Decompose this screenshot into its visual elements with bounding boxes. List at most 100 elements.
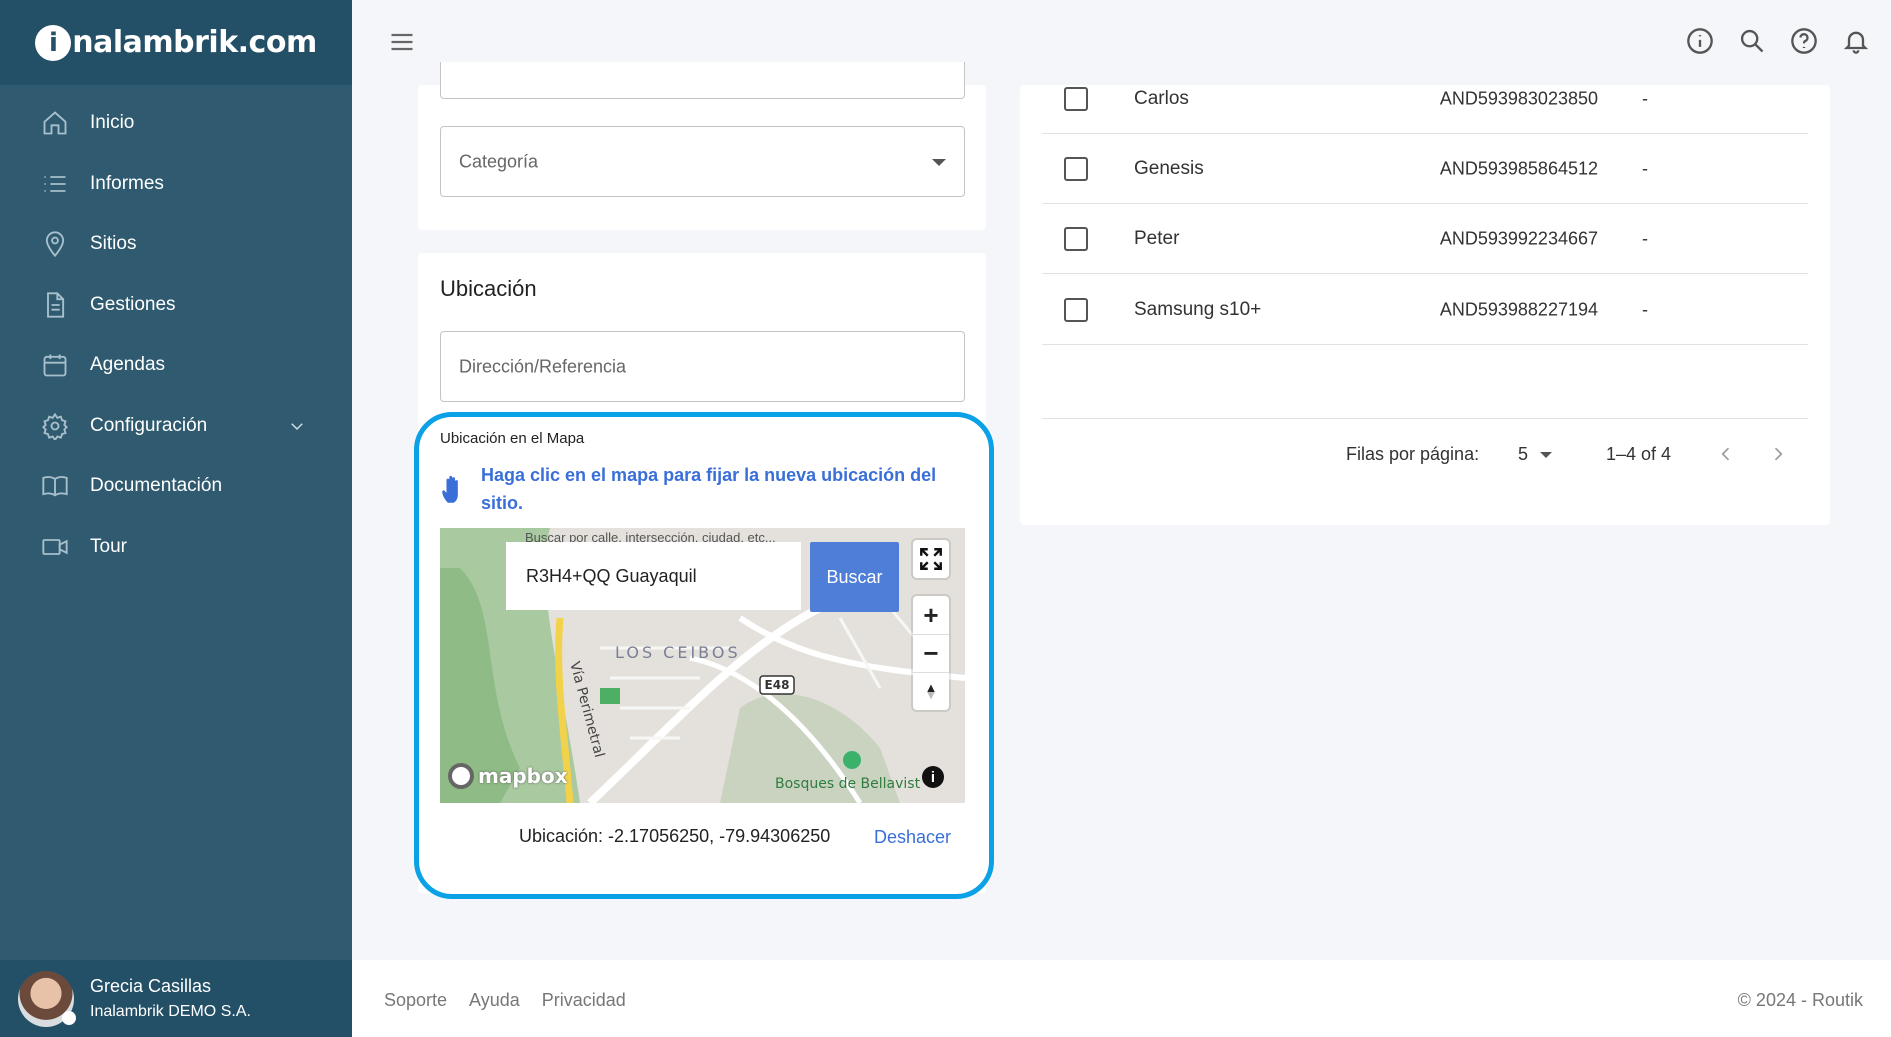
row-checkbox[interactable] [1064,227,1088,251]
sidebar-item-gestiones[interactable]: Gestiones [0,275,352,336]
info-icon[interactable] [1685,26,1715,56]
hamburger-menu-icon[interactable] [388,28,416,56]
sidebar-nav: Inicio Informes Sitios Gestiones Agendas… [0,93,352,577]
device-name: Carlos [1134,87,1189,109]
sidebar-item-label: Documentación [90,475,223,497]
device-id: AND593992234667 [1439,228,1598,248]
device-extra: - [1642,228,1648,248]
map-canvas[interactable]: E48 LOS CEIBOS Vía Perimetral Bosques de… [440,528,965,803]
fullscreen-control[interactable] [913,540,949,578]
sidebar-item-inicio[interactable]: Inicio [0,93,352,154]
prev-page-icon[interactable] [1716,444,1736,469]
device-name: Genesis [1134,157,1204,179]
sidebar-item-label: Tour [90,535,127,557]
attribution-info-icon[interactable]: i [922,766,944,788]
neighborhood-label: LOS CEIBOS [615,643,741,662]
compass-button[interactable] [913,672,949,710]
row-checkbox[interactable] [1064,87,1088,111]
sidebar-item-sitios[interactable]: Sitios [0,214,352,275]
map-search-button[interactable]: Buscar [810,542,899,612]
park-label: Bosques de Bellavist [775,776,921,792]
rows-per-page-select[interactable]: 5 [1518,444,1553,465]
fullscreen-icon[interactable] [913,540,949,578]
device-name: Peter [1134,227,1180,249]
zoom-out-button[interactable]: − [913,634,949,672]
chevron-down-icon[interactable] [288,417,306,435]
document-icon [40,290,70,320]
previous-field[interactable] [440,62,965,99]
mapbox-logo-mark [448,763,474,789]
search-icon[interactable] [1737,26,1767,56]
location-pin-icon [40,229,70,259]
map-search-input[interactable]: R3H4+QQ Guayaquil [506,542,801,610]
zoom-controls: + − [913,596,949,710]
sidebar-item-label: Informes [90,172,164,194]
footer-link-privacidad[interactable]: Privacidad [542,990,626,1011]
bell-icon[interactable] [1841,26,1871,56]
hand-pointer-icon [438,472,472,508]
sidebar-item-documentacion[interactable]: Documentación [0,456,352,517]
avatar[interactable] [18,970,76,1027]
route-badge: E48 [765,678,790,692]
logo-bar: i nalambrik.com [0,0,352,85]
list-icon [40,169,70,199]
row-checkbox[interactable] [1064,298,1088,322]
brand-logo[interactable]: i nalambrik.com [35,24,317,61]
mapbox-wordmark: mapbox [478,764,568,788]
calendar-icon [40,350,70,380]
device-id: AND593988227194 [1439,299,1598,319]
undo-button[interactable]: Deshacer [874,827,951,848]
zoom-in-button[interactable]: + [913,596,949,634]
sidebar-item-label: Gestiones [90,293,176,315]
user-profile[interactable]: Grecia Casillas Inalambrik DEMO S.A. [0,960,352,1037]
logo-text: nalambrik.com [72,25,317,60]
address-placeholder: Dirección/Referencia [459,356,627,376]
footer-links: Soporte Ayuda Privacidad [384,990,626,1011]
pagination-divider [1042,418,1808,419]
sidebar-item-label: Inicio [90,112,135,134]
table-row[interactable]: Carlos AND593983023850 - [1042,64,1808,134]
gear-icon [40,411,70,441]
rows-per-page-label: Filas por página: [1346,444,1480,464]
device-extra: - [1642,299,1648,319]
caret-down-icon [1540,451,1553,458]
copyright: © 2024 - Routik [1737,990,1863,1010]
sidebar-item-label: Sitios [90,233,137,255]
caret-down-icon [932,158,946,166]
next-page-icon[interactable] [1768,444,1788,469]
rows-per-page-value: 5 [1518,444,1529,464]
book-icon [40,471,70,501]
sidebar-item-tour[interactable]: Tour [0,517,352,578]
footer-link-soporte[interactable]: Soporte [384,990,447,1011]
page-range: 1–4 of 4 [1606,444,1672,464]
sidebar-item-label: Configuración [90,414,208,436]
help-icon[interactable] [1789,26,1819,56]
footer: Soporte Ayuda Privacidad © 2024 - Routik [352,960,1891,1037]
sidebar-item-informes[interactable]: Informes [0,154,352,215]
address-input[interactable]: Dirección/Referencia [440,331,965,402]
device-id: AND593983023850 [1439,88,1598,108]
sidebar-item-label: Agendas [90,354,166,376]
device-extra: - [1642,88,1648,108]
row-checkbox[interactable] [1064,157,1088,181]
video-camera-icon [40,532,70,562]
user-name: Grecia Casillas [90,976,212,996]
device-name: Samsung s10+ [1134,298,1262,320]
table-row[interactable]: Genesis AND593985864512 - [1042,134,1808,204]
map-click-hint: Haga clic en el mapa para fijar la nueva… [481,465,937,513]
category-select[interactable]: Categoría [440,126,965,197]
table-row[interactable]: Peter AND593992234667 - [1042,204,1808,274]
footer-link-ayuda[interactable]: Ayuda [469,990,520,1011]
map-section-label: Ubicación en el Mapa [440,430,585,447]
mapbox-logo[interactable]: mapbox [448,763,568,789]
sidebar-item-configuracion[interactable]: Configuración [0,396,352,457]
sidebar: i nalambrik.com Inicio Informes Sitios Ge… [0,0,352,1037]
sidebar-item-agendas[interactable]: Agendas [0,335,352,396]
device-id: AND593985864512 [1439,158,1598,178]
top-actions [1685,26,1871,56]
category-placeholder: Categoría [459,151,539,171]
logo-i-mark: i [35,24,72,61]
table-row[interactable]: Samsung s10+ AND593988227194 - [1042,275,1808,345]
home-icon [40,108,70,138]
location-title: Ubicación [440,276,537,301]
